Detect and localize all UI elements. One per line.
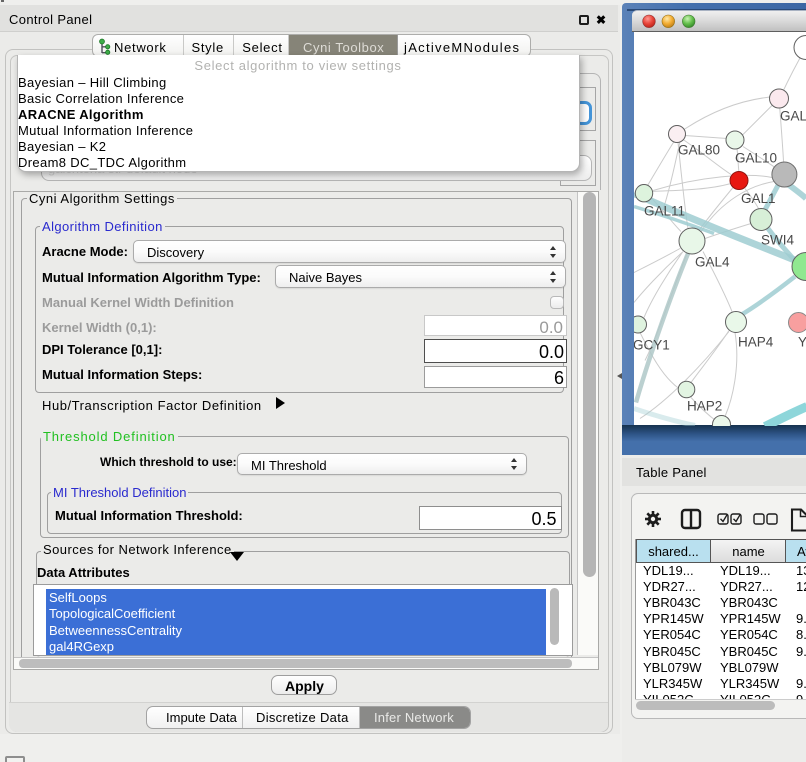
svg-text:HAP4: HAP4	[738, 334, 774, 349]
svg-text:SWI4: SWI4	[761, 232, 794, 247]
svg-text:GAL80: GAL80	[678, 142, 720, 157]
svg-text:GCY1: GCY1	[634, 337, 670, 352]
svg-text:GAL4: GAL4	[695, 254, 730, 269]
svg-text:GAL10: GAL10	[735, 150, 777, 165]
svg-text:GAL1: GAL1	[741, 191, 776, 206]
svg-text:GAL11: GAL11	[644, 203, 685, 218]
svg-text:YM: YM	[798, 334, 806, 349]
svg-text:HAP2: HAP2	[687, 398, 722, 413]
svg-text:GAL7: GAL7	[780, 108, 806, 123]
